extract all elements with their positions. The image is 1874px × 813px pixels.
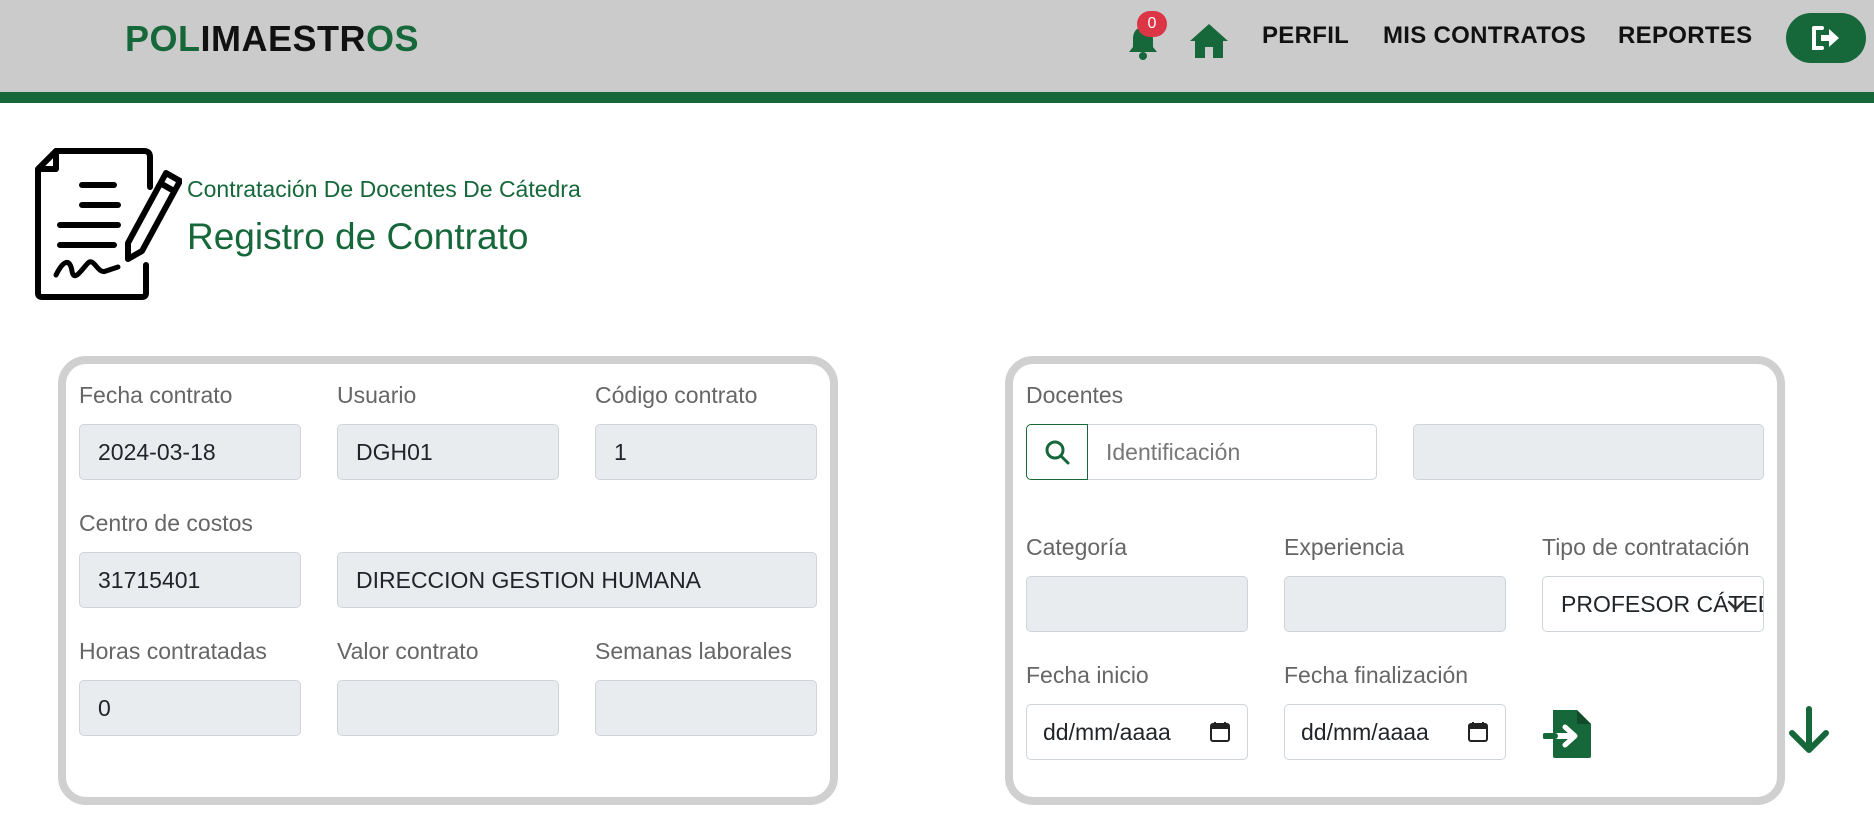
docente-name-field — [1413, 424, 1764, 480]
contract-signature-icon — [35, 148, 182, 300]
tipo-contratacion-label: Tipo de contratación — [1542, 534, 1750, 560]
fecha-finalizacion-label: Fecha finalización — [1284, 662, 1469, 688]
page-subtitle: Contratación De Docentes De Cátedra — [187, 176, 581, 202]
home-icon[interactable] — [1188, 22, 1230, 60]
file-import-icon[interactable] — [1543, 708, 1593, 760]
search-icon — [1045, 440, 1070, 465]
logout-button[interactable] — [1786, 13, 1866, 63]
brand-middle: IMAESTR — [200, 18, 367, 59]
navbar-accent-stripe — [0, 92, 1874, 103]
valor-contrato-field — [337, 680, 559, 736]
fecha-finalizacion-placeholder: dd/mm/aaaa — [1301, 719, 1429, 745]
fecha-finalizacion-input[interactable]: dd/mm/aaaa — [1284, 704, 1506, 760]
nav-perfil[interactable]: PERFIL — [1262, 22, 1349, 50]
fecha-inicio-input[interactable]: dd/mm/aaaa — [1026, 704, 1248, 760]
search-button[interactable] — [1026, 424, 1088, 480]
docentes-label: Docentes — [1026, 382, 1124, 408]
centro-costos-label: Centro de costos — [79, 510, 253, 536]
brand-suffix: OS — [366, 18, 420, 59]
categoria-label: Categoría — [1026, 534, 1128, 560]
categoria-field — [1026, 576, 1248, 632]
horas-contratadas-field[interactable]: 0 — [79, 680, 301, 736]
nav-reportes[interactable]: REPORTES — [1618, 22, 1752, 50]
valor-contrato-label: Valor contrato — [337, 638, 479, 664]
tipo-contratacion-select[interactable]: PROFESOR CÁTEDRA — [1542, 576, 1764, 632]
calendar-icon[interactable] — [1209, 721, 1231, 743]
codigo-contrato-field: 1 — [595, 424, 817, 480]
horas-contratadas-label: Horas contratadas — [79, 638, 267, 664]
notification-badge: 0 — [1137, 11, 1167, 37]
codigo-contrato-label: Código contrato — [595, 382, 758, 408]
page-title: Registro de Contrato — [187, 216, 529, 257]
usuario-label: Usuario — [337, 382, 417, 408]
arrow-down-icon[interactable] — [1788, 706, 1830, 754]
experiencia-field — [1284, 576, 1506, 632]
brand-prefix: POL — [125, 18, 201, 59]
fecha-inicio-label: Fecha inicio — [1026, 662, 1149, 688]
semanas-laborales-field — [595, 680, 817, 736]
nav-mis-contratos[interactable]: MIS CONTRATOS — [1383, 22, 1586, 50]
centro-costos-name-field: DIRECCION GESTION HUMANA — [337, 552, 817, 608]
centro-costos-code-field: 31715401 — [79, 552, 301, 608]
identificacion-input[interactable]: Identificación — [1088, 424, 1377, 480]
fecha-inicio-placeholder: dd/mm/aaaa — [1043, 719, 1171, 745]
fecha-contrato-label: Fecha contrato — [79, 382, 233, 408]
semanas-laborales-label: Semanas laborales — [595, 638, 792, 664]
fecha-contrato-field: 2024-03-18 — [79, 424, 301, 480]
calendar-icon[interactable] — [1467, 721, 1489, 743]
chevron-down-icon — [1727, 600, 1745, 611]
brand-logo[interactable]: POLIMAESTROS — [125, 18, 419, 60]
sign-out-icon — [1812, 26, 1839, 50]
experiencia-label: Experiencia — [1284, 534, 1405, 560]
usuario-field: DGH01 — [337, 424, 559, 480]
